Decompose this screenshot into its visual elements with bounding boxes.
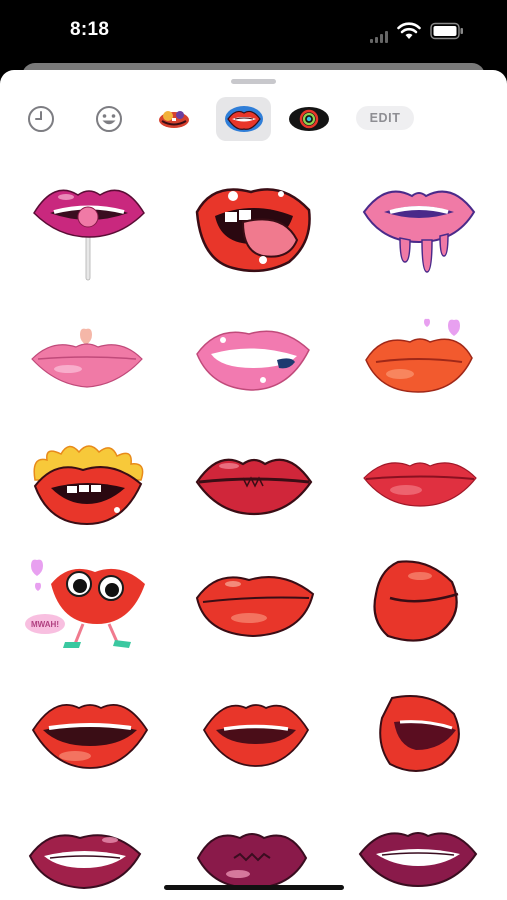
sticker-tongue-lips[interactable] (193, 182, 315, 276)
edit-button[interactable]: EDIT (356, 106, 414, 130)
sticker-side-kiss-lips[interactable] (368, 554, 468, 648)
sticker-lollipop-lips[interactable] (30, 175, 148, 283)
sticker-dark-parted-lips[interactable] (356, 824, 480, 888)
sticker-dripping-lips[interactable] (360, 182, 478, 276)
lips-sticker-icon (224, 106, 263, 132)
sticker-parted-lips[interactable] (200, 696, 312, 768)
smiley-icon (96, 106, 122, 132)
sticker-hearts-kiss-lips[interactable] (362, 312, 476, 398)
sticker-biting-lips[interactable] (193, 320, 313, 396)
sticker-flaming-lips[interactable] (27, 440, 149, 530)
sticker-dark-pucker-lips[interactable] (194, 824, 310, 890)
home-indicator[interactable] (164, 885, 344, 890)
sticker-heart-lips[interactable] (28, 325, 146, 395)
ring-sticker-icon (289, 107, 329, 131)
sticker-pack-icon (159, 111, 189, 128)
sticker-open-smile-lips[interactable] (29, 694, 151, 770)
sticker-dark-biting-lips[interactable] (26, 826, 144, 890)
cellular-signal-icon (370, 31, 388, 43)
tab-sticker-pack-3[interactable] (286, 104, 332, 134)
tab-sticker-pack-lips[interactable] (216, 97, 271, 141)
sticker-sealed-lips[interactable] (193, 448, 315, 518)
sticker-red-lips[interactable] (360, 454, 480, 510)
sticker-side-open-lips[interactable] (372, 688, 468, 774)
wifi-icon (397, 22, 421, 39)
tab-sticker-pack-1[interactable] (154, 104, 194, 134)
sticker-pouting-lips[interactable] (193, 568, 317, 640)
status-bar: 8:18 (0, 0, 507, 62)
tab-recents[interactable] (24, 104, 58, 134)
status-time: 8:18 (70, 19, 110, 40)
sticker-sheet: EDIT MWAH! (0, 70, 507, 900)
tab-emoji[interactable] (92, 104, 126, 134)
battery-icon (430, 22, 463, 40)
clock-icon (28, 106, 54, 132)
sticker-mwah-character-lips[interactable]: MWAH! (25, 554, 151, 658)
mwah-sticker-text: MWAH! (31, 620, 59, 629)
sheet-grabber[interactable] (231, 79, 276, 84)
